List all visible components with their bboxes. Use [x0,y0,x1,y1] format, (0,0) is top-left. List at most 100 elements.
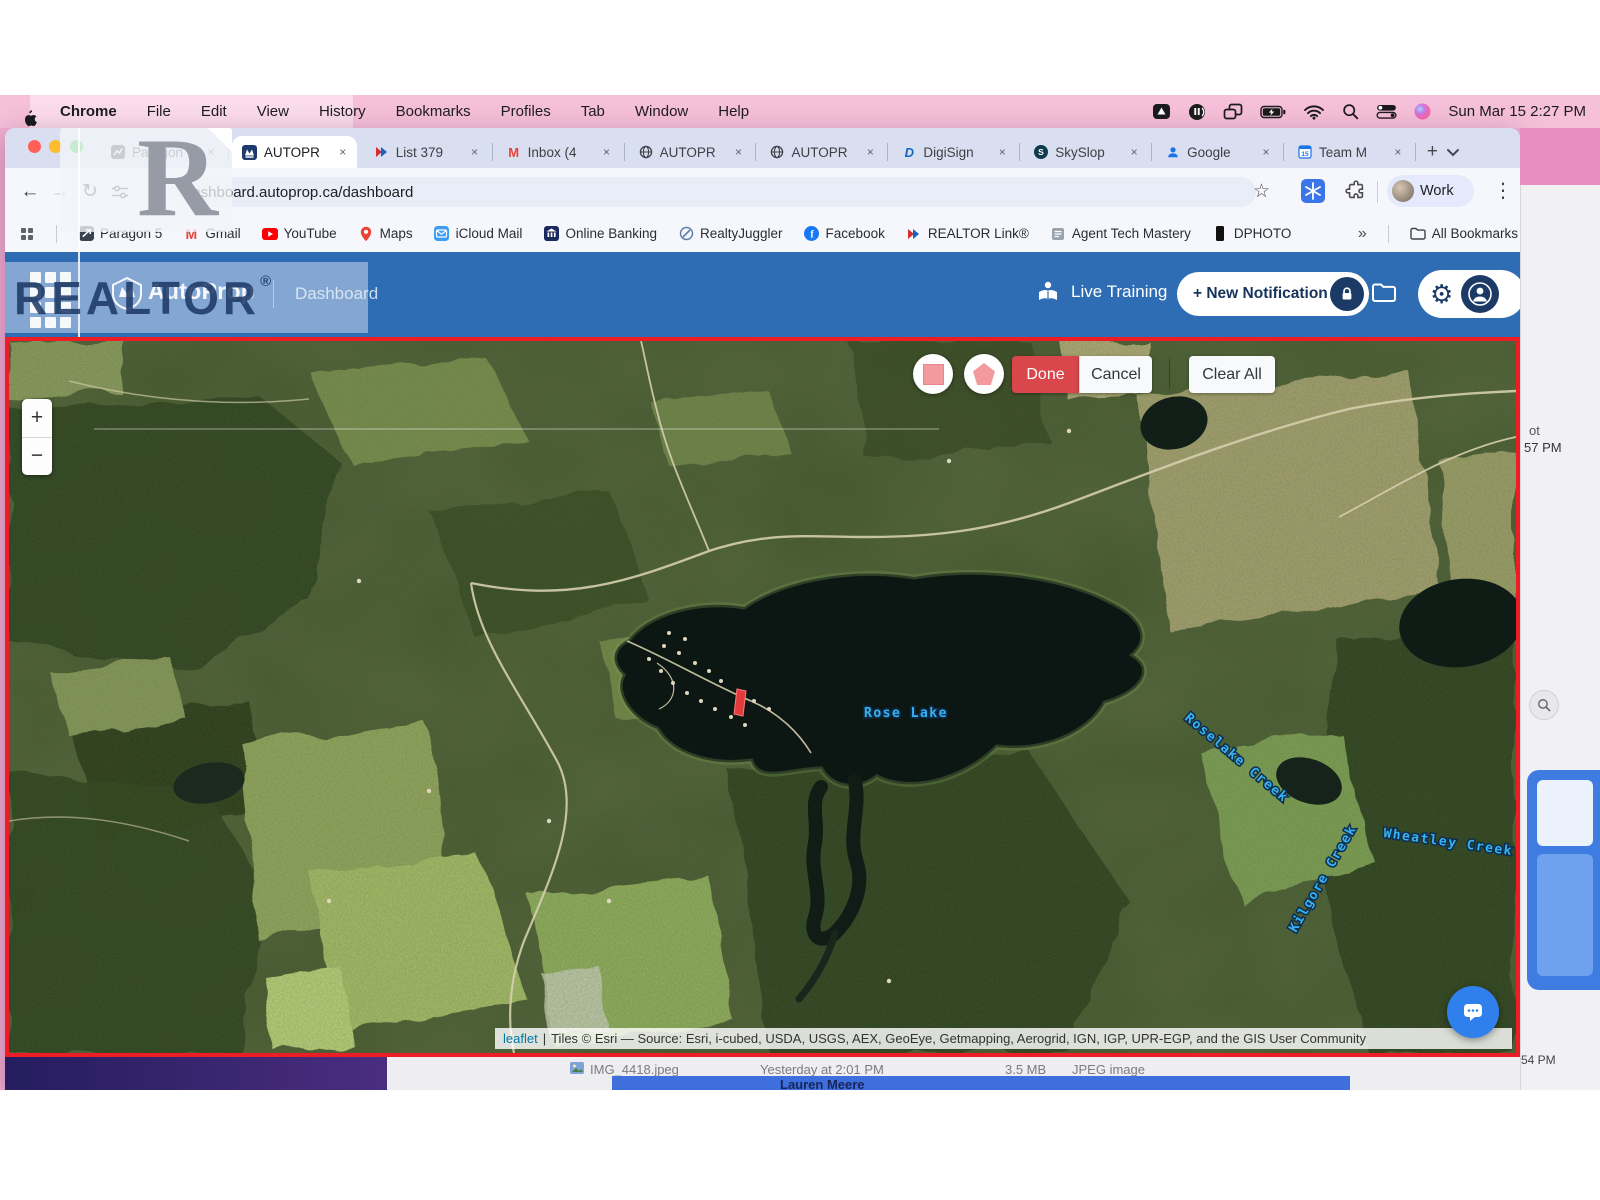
tab-digisign[interactable]: D DigiSign × [891,136,1016,168]
tab-label: Inbox (4 [528,145,593,160]
calendar-favicon: 15 [1297,144,1313,160]
bookmark-youtube[interactable]: YouTube [262,226,337,242]
new-tab-button[interactable]: + [1419,141,1446,163]
done-button[interactable]: Done [1012,356,1079,393]
new-notification-label: + New Notification [1193,285,1328,303]
bookmark-label: DPHOTO [1234,226,1292,241]
profile-chip[interactable]: Work [1387,175,1474,207]
extensions-puzzle-icon[interactable] [1345,180,1367,202]
menu-item-tab[interactable]: Tab [579,103,607,120]
draw-rectangle-button[interactable] [913,354,953,394]
bookmark-icloud-mail[interactable]: iCloud Mail [434,226,523,242]
menu-item-profiles[interactable]: Profiles [499,103,553,120]
menu-item-help[interactable]: Help [716,103,751,120]
tab-skyslope[interactable]: S SkySlop × [1023,136,1148,168]
lock-icon [1330,277,1364,311]
bookmarks-overflow-icon[interactable]: » [1358,225,1367,243]
bookmark-label: Agent Tech Mastery [1072,226,1191,241]
menu-clock[interactable]: Sun Mar 15 2:27 PM [1448,103,1586,120]
tab-close-icon[interactable]: × [335,144,351,160]
profile-name: Work [1420,183,1454,199]
tab-label: Team M [1319,145,1384,160]
menu-item-window[interactable]: Window [633,103,690,120]
toolbar-divider [1377,181,1378,203]
menu-item-bookmarks[interactable]: Bookmarks [394,103,473,120]
tab-close-icon[interactable]: × [862,144,878,160]
chat-icon [1461,1000,1485,1024]
tab-inbox[interactable]: M Inbox (4 × [496,136,621,168]
right-edge-text-3: 54 PM [1521,1053,1556,1067]
chat-widget-button[interactable] [1447,986,1499,1038]
wifi-icon[interactable] [1303,103,1325,120]
tab-list-379[interactable]: List 379 × [364,136,489,168]
account-avatar[interactable] [1461,275,1499,313]
menubar-extra-icon[interactable] [1188,103,1206,121]
tab-close-icon[interactable]: × [730,144,746,160]
tab-close-icon[interactable]: × [1126,144,1142,160]
pentagon-icon [973,363,995,385]
gmail-favicon: M [506,144,522,160]
siri-icon[interactable] [1414,103,1431,120]
bookmark-star-icon[interactable]: ☆ [1253,180,1270,203]
zoom-out-button[interactable]: − [22,438,52,476]
tab-google[interactable]: Google × [1155,136,1280,168]
map-label-rose-lake: Rose Lake [864,706,948,721]
tab-close-icon[interactable]: × [599,144,615,160]
pinned-extension-icon[interactable] [1301,179,1325,203]
tab-close-icon[interactable]: × [467,144,483,160]
apple-menu-icon[interactable] [22,109,37,128]
bookmark-realtyjuggler[interactable]: RealtyJuggler [678,226,783,242]
tab-close-icon[interactable]: × [1390,144,1406,160]
bookmark-facebook[interactable]: fFacebook [804,226,885,242]
tab-autoprop-active[interactable]: AUTOPR × [232,136,357,168]
bookmark-online-banking[interactable]: Online Banking [543,226,657,242]
bookmark-agent-tech-mastery[interactable]: Agent Tech Mastery [1050,226,1191,242]
gear-icon[interactable]: ⚙ [1430,281,1453,307]
svg-text:15: 15 [1301,151,1309,158]
tab-close-icon[interactable]: × [1258,144,1274,160]
stage-manager-icon[interactable] [1223,103,1243,120]
address-bar[interactable]: dashboard.autoprop.ca/dashboard [168,177,1256,207]
apps-grid-icon[interactable] [19,226,35,242]
leaflet-link[interactable]: leaflet [503,1031,538,1046]
folder-icon[interactable] [1371,282,1397,304]
tab-strip: Paragon × AUTOPR × List 379 × M Inbox (4… [5,128,1520,168]
menu-item-view[interactable]: View [255,103,291,120]
new-notification-button[interactable]: + New Notification [1177,272,1369,316]
chrome-menu-icon[interactable]: ⋮ [1493,178,1513,203]
tab-team[interactable]: 15 Team M × [1287,136,1412,168]
satellite-map[interactable]: Rose Lake Roselake Creek Wheatley Creek … [9,341,1516,1053]
close-window-button[interactable] [28,140,41,153]
menu-item-edit[interactable]: Edit [199,103,229,120]
watermark-reg: ® [260,273,271,290]
map-attribution: leaflet | Tiles © Esri — Source: Esri, i… [495,1028,1512,1049]
zoom-in-button[interactable]: + [22,399,52,438]
bookmark-label: Maps [380,226,413,241]
tab-autoprop-3[interactable]: AUTOPR × [759,136,884,168]
live-training-label: Live Training [1071,282,1167,302]
menu-item-chrome[interactable]: Chrome [58,103,119,120]
bookmark-label: All Bookmarks [1432,226,1518,241]
tab-close-icon[interactable]: × [994,144,1010,160]
realtor-r-logo: R [137,128,218,232]
menu-item-history[interactable]: History [317,103,368,120]
live-training-link[interactable]: Live Training [1035,279,1167,305]
battery-icon[interactable] [1260,105,1286,119]
draw-polygon-button[interactable] [964,354,1004,394]
all-bookmarks-button[interactable]: All Bookmarks [1410,226,1518,242]
spotlight-search-icon[interactable] [1342,103,1359,120]
tab-search-chevron-icon[interactable] [1446,148,1460,157]
facebook-icon: f [804,226,820,242]
cancel-button[interactable]: Cancel [1079,356,1152,393]
control-center-icon[interactable] [1376,104,1397,119]
settings-profile-pill: ⚙ [1418,270,1520,318]
bookmark-maps[interactable]: Maps [358,226,413,242]
file-size: 3.5 MB [1005,1062,1046,1077]
bookmark-dphoto[interactable]: DPHOTO [1212,226,1292,242]
screen-record-icon[interactable] [1152,103,1171,120]
bookmark-realtor-link[interactable]: REALTOR Link® [906,226,1029,242]
menu-item-file[interactable]: File [145,103,173,120]
back-button[interactable]: ← [15,181,45,203]
tab-autoprop-2[interactable]: AUTOPR × [628,136,753,168]
clear-all-button[interactable]: Clear All [1189,356,1275,393]
